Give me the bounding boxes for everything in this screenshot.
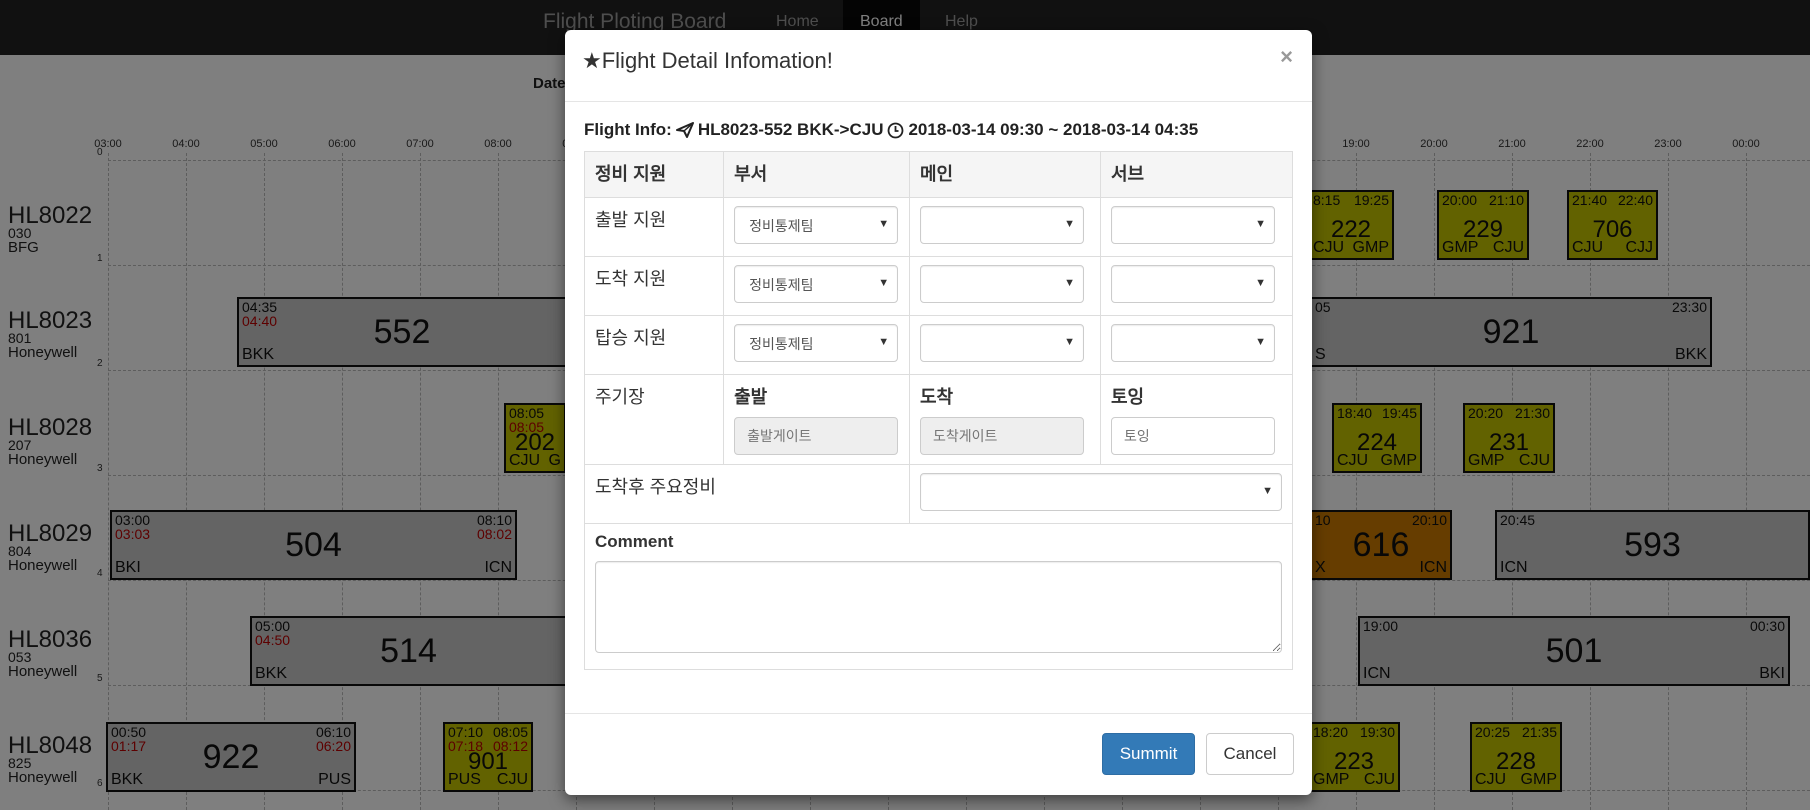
sub-select[interactable]: ▼ — [1110, 206, 1275, 244]
modal-header: ★Flight Detail Infomation! × — [565, 30, 1312, 102]
col-support: 정비 지원 — [583, 151, 725, 198]
arr-gate-heading: 도착 — [919, 387, 954, 407]
table-row: 탑승 지원 정비통제팀 ▼ ▼ ▼ — [583, 315, 1294, 375]
row-label: 주기장 — [583, 374, 725, 465]
table-row: 도착 지원 정비통제팀 ▼ ▼ ▼ — [583, 256, 1294, 316]
caret-down-icon: ▼ — [1064, 336, 1075, 348]
modal-title: ★Flight Detail Infomation! — [582, 48, 833, 74]
caret-down-icon: ▼ — [1064, 218, 1075, 230]
caret-down-icon: ▼ — [878, 218, 890, 230]
towing-input[interactable] — [1110, 417, 1275, 455]
col-dept: 부서 — [723, 151, 910, 198]
towing-heading: 토잉 — [1110, 387, 1145, 407]
flight-detail-modal: ★Flight Detail Infomation! × Flight Info… — [565, 30, 1312, 795]
flight-info: Flight Info: HL8023-552 BKK->CJU 2018-03… — [584, 120, 1198, 140]
table-header-row: 정비 지원 부서 메인 서브 — [583, 151, 1294, 198]
caret-down-icon: ▼ — [1255, 218, 1266, 230]
caret-down-icon: ▼ — [1255, 277, 1266, 289]
comment-label: Comment — [595, 532, 674, 551]
arr-gate-input[interactable] — [919, 417, 1084, 455]
dep-gate-input[interactable] — [734, 417, 899, 455]
modal-footer: Summit Cancel — [565, 713, 1312, 795]
send-icon — [675, 122, 694, 138]
main-select[interactable]: ▼ — [919, 265, 1084, 303]
main-select[interactable]: ▼ — [919, 324, 1084, 362]
row-label: 출발 지원 — [583, 197, 725, 257]
comment-textarea[interactable] — [595, 561, 1282, 653]
comment-row: Comment — [584, 523, 1293, 670]
modal-title-text: Flight Detail Infomation! — [601, 48, 833, 73]
col-sub: 서브 — [1099, 151, 1294, 198]
dep-gate-heading: 출발 — [734, 387, 768, 407]
star-icon: ★ — [582, 48, 602, 73]
col-main: 메인 — [908, 151, 1101, 198]
caret-down-icon: ▼ — [878, 277, 890, 289]
row-label: 도착후 주요정비 — [584, 464, 910, 524]
after-arrival-select[interactable]: ▼ — [919, 473, 1282, 511]
row-label: 도착 지원 — [583, 256, 725, 316]
caret-down-icon: ▼ — [1064, 277, 1075, 289]
select-value: 정비통제팀 — [749, 336, 814, 352]
parking-row: 주기장 출발 도착 토잉 — [583, 374, 1294, 465]
caret-down-icon: ▼ — [1255, 336, 1266, 348]
caret-down-icon: ▼ — [878, 336, 890, 348]
dept-select[interactable]: 정비통제팀 ▼ — [734, 265, 899, 303]
caret-down-icon: ▼ — [1262, 485, 1273, 497]
sub-select[interactable]: ▼ — [1110, 324, 1275, 362]
select-value: 정비통제팀 — [749, 277, 814, 293]
row-label: 탑승 지원 — [583, 315, 725, 375]
dept-select[interactable]: 정비통제팀 ▼ — [734, 206, 899, 244]
after-arrival-row: 도착후 주요정비 ▼ — [584, 464, 1294, 524]
table-row: 출발 지원 정비통제팀 ▼ ▼ ▼ — [583, 197, 1294, 257]
flight-code: HL8023-552 BKK->CJU — [697, 120, 884, 139]
submit-button[interactable]: Summit — [1102, 733, 1195, 775]
sub-select[interactable]: ▼ — [1110, 265, 1275, 303]
clock-icon — [888, 122, 904, 138]
flight-info-label: Flight Info: — [584, 120, 672, 139]
support-table: 정비 지원 부서 메인 서브 출발 지원 정비통제팀 ▼ ▼ ▼ 도착 지원 정비… — [583, 151, 1294, 670]
close-icon[interactable]: × — [1280, 44, 1293, 70]
select-value: 정비통제팀 — [749, 218, 814, 234]
main-select[interactable]: ▼ — [919, 206, 1084, 244]
flight-time: 2018-03-14 09:30 ~ 2018-03-14 04:35 — [908, 120, 1199, 139]
dept-select[interactable]: 정비통제팀 ▼ — [734, 324, 899, 362]
cancel-button[interactable]: Cancel — [1206, 733, 1294, 775]
